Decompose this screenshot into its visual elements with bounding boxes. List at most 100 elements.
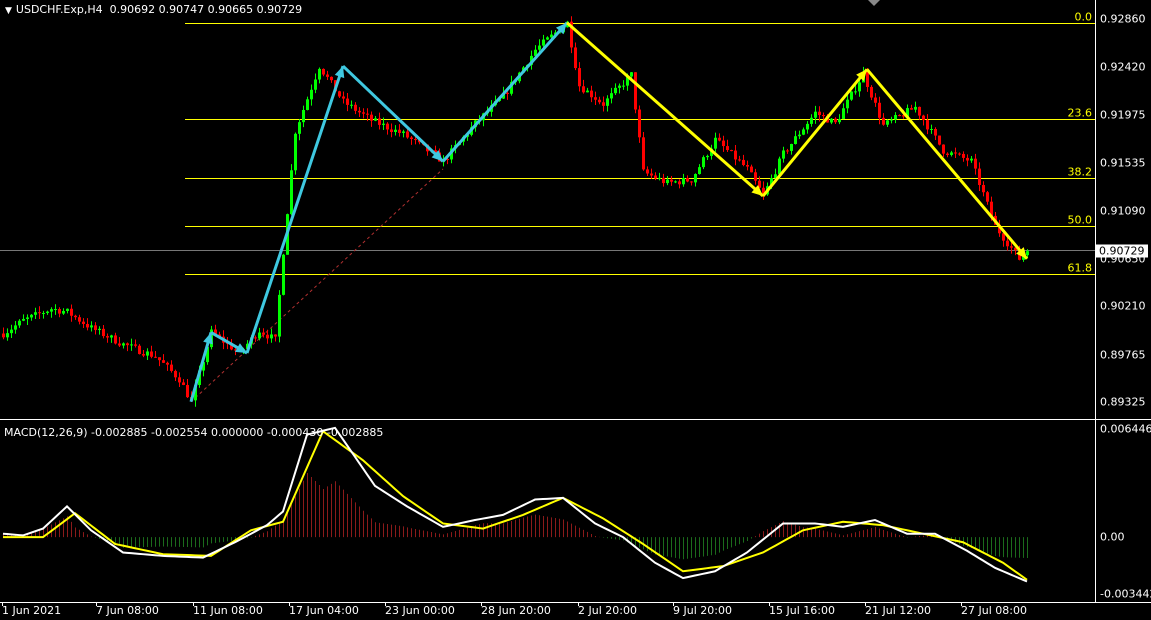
fib-label-5: 100.0 [1061,417,1093,419]
candle-body [622,85,625,87]
candle-body [94,325,97,331]
candle-body [150,351,153,357]
candle-body [582,86,585,93]
candle-body [974,158,977,169]
candle-body [110,335,113,338]
candle-body [22,318,25,321]
scroll-marker-icon [868,0,880,6]
candle-body [638,109,641,138]
pane-divider[interactable] [0,419,1151,420]
candle-body [74,315,77,318]
candle-body [350,104,353,106]
candle-body [914,106,917,110]
wave-1-arrow-1 [761,68,869,197]
candle-body [782,150,785,159]
candle-body [342,96,345,99]
candle-body [658,177,661,179]
price-axis[interactable]: 0.92860 0.92420 0.91975 0.91535 0.91090 0.906… [1095,0,1151,418]
price-tick-6: 0.90210 [1100,299,1146,313]
candle-body [986,192,989,202]
candle-body [886,120,889,125]
candle-body [850,91,853,100]
candle-body [298,122,301,134]
axis-divider-vertical [1095,0,1096,602]
candle-body [346,98,349,105]
candle-body [978,168,981,185]
candle-body [690,181,693,183]
current-price-label: 0.90729 [1096,244,1148,257]
macd-axis[interactable]: 0.006446 0.00 -0.003442 [1095,421,1151,602]
macd-signal-line [3,429,1028,581]
candle-body [262,332,265,335]
candle-body [958,153,961,155]
candle-body [662,177,665,184]
candle-body [546,37,549,40]
candle-body [678,181,681,185]
candle-body [962,153,965,158]
candle-body [614,87,617,94]
candle-body [818,111,821,116]
time-label-5: 28 Jun 20:00 [481,604,551,617]
fib-label-3: 50.0 [1068,214,1093,227]
candle-body [890,119,893,121]
time-label-1: 7 Jun 08:00 [96,604,159,617]
macd-header: MACD(12,26,9) -0.002885 -0.002554 0.0000… [4,426,384,439]
candle-body [794,136,797,144]
candle-body [14,325,17,330]
candle-body [318,68,321,80]
candle-body [290,170,293,215]
candle-body [10,329,13,334]
time-label-7: 9 Jul 20:00 [673,604,732,617]
candle-body [946,153,949,155]
candle-body [926,120,929,130]
candle-body [362,112,365,114]
price-chart[interactable]: 0.0 23.6 38.2 50.0 61.8 100.0 [0,0,1095,418]
candle-body [370,114,373,121]
candle-body [846,99,849,109]
candle-body [130,344,133,346]
fib-label-1: 23.6 [1068,107,1093,120]
candle-body [918,106,921,116]
time-axis[interactable]: 1 Jun 2021 7 Jun 08:00 11 Jun 08:00 17 Jun … [0,602,1151,620]
candle-body [594,97,597,100]
chart-header: ▼ USDCHF.Exp,H4 0.90692 0.90747 0.90665 0… [5,3,302,16]
candle-body [750,166,753,173]
candle-body [618,85,621,88]
candle-body [326,74,329,77]
time-label-4: 23 Jun 00:00 [385,604,455,617]
price-tick-4: 0.91090 [1100,204,1146,218]
candle-body [898,115,901,117]
candle-body [134,344,137,346]
candle-body [730,150,733,152]
candle-body [666,179,669,184]
candle-body [78,317,81,322]
candle-body [734,150,737,160]
macd-chart[interactable] [0,421,1095,602]
macd-tick-1: 0.00 [1100,530,1125,544]
candle-body [66,308,69,311]
fib-label-0: 0.0 [1075,11,1093,24]
candle-body [62,310,65,314]
time-label-3: 17 Jun 04:00 [289,604,359,617]
candle-body [738,159,741,161]
candle-body [830,118,833,123]
collapse-triangle-icon[interactable]: ▼ [5,6,12,16]
candle-body [858,82,861,92]
candle-body [1026,251,1029,256]
candle-body [950,152,953,155]
candle-body [30,314,33,318]
candle-body [806,123,809,130]
candle-body [42,312,45,314]
candle-body [126,343,129,346]
candle-body [650,173,653,176]
candle-body [58,309,61,314]
candle-body [386,123,389,130]
candle-body [694,174,697,183]
candle-body [602,102,605,106]
candle-body [182,382,185,385]
candle-body [938,135,941,145]
candle-body [282,254,285,295]
candle-body [270,334,273,339]
ohlc-values: 0.90692 0.90747 0.90665 0.90729 [109,3,303,16]
candle-body [114,335,117,344]
